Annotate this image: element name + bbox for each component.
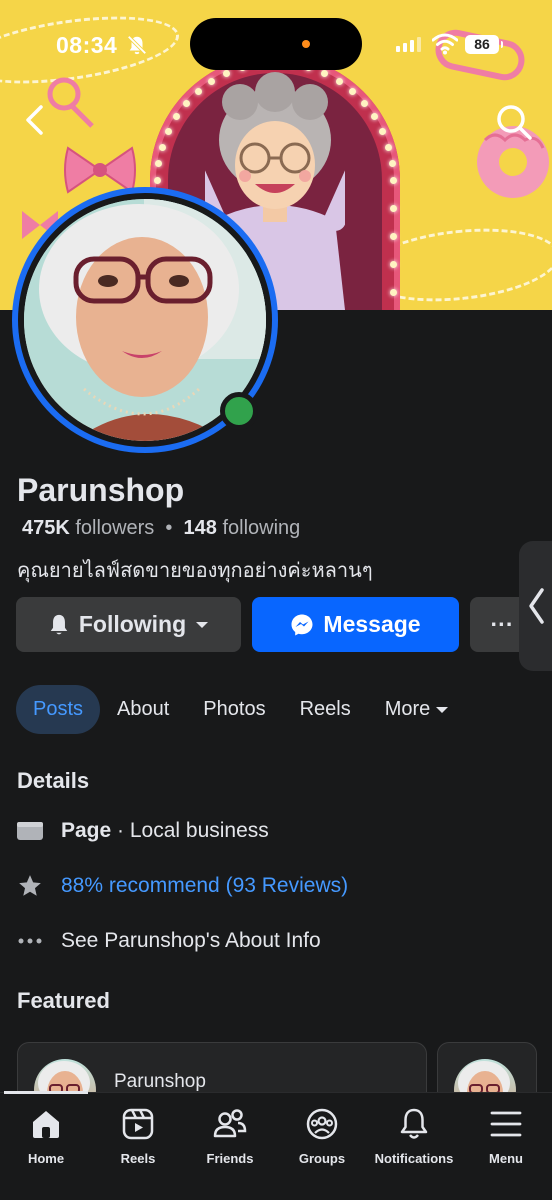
bell-icon	[400, 1108, 428, 1139]
followers-count[interactable]: 475K	[22, 517, 70, 539]
marquee-bulb	[154, 177, 161, 184]
dynamic-island	[190, 18, 362, 70]
page-flag-icon	[17, 822, 43, 840]
followers-label[interactable]: followers	[75, 517, 154, 539]
nav-notifications-label: Notifications	[374, 1151, 454, 1166]
page-type-label: Page	[61, 819, 112, 842]
nav-home-label: Home	[27, 1151, 65, 1166]
page-title: Parunshop	[17, 472, 185, 508]
bell-slash-icon	[127, 35, 147, 55]
tab-reels[interactable]: Reels	[283, 685, 368, 734]
marquee-bulb	[390, 289, 397, 296]
nav-reels-label: Reels	[120, 1151, 156, 1166]
nav-friends[interactable]: Friends	[184, 1107, 276, 1166]
marquee-bulb	[390, 177, 397, 184]
home-icon	[33, 1111, 59, 1138]
marquee-bulb	[182, 99, 190, 107]
tab-about[interactable]: About	[100, 685, 186, 734]
tab-photos[interactable]: Photos	[186, 685, 282, 734]
page-category-row: Page · Local business	[17, 818, 269, 844]
marquee-bulb	[172, 113, 180, 121]
recommend-row[interactable]: 88% recommend (93 Reviews)	[17, 873, 348, 899]
page-category: · Local business	[111, 819, 269, 842]
marquee-bulb	[390, 205, 397, 212]
active-tab-indicator	[4, 1091, 88, 1094]
following-button[interactable]: Following	[16, 597, 241, 652]
following-label[interactable]: following	[222, 517, 300, 539]
nav-notifications[interactable]: Notifications	[368, 1107, 460, 1166]
reels-icon	[122, 1108, 154, 1140]
message-button-label: Message	[323, 611, 421, 637]
tab-more-label: More	[384, 698, 431, 720]
more-actions-label: ···	[490, 611, 514, 637]
caret-down-icon	[436, 706, 449, 713]
following-button-label: Following	[78, 611, 187, 637]
marquee-bulb	[164, 127, 172, 135]
marquee-bulb	[390, 261, 397, 268]
page-bio: คุณยายไลฟ์สดขายของทุกอย่างค่ะหลานๆ	[17, 558, 373, 582]
featured-heading: Featured	[17, 988, 110, 1013]
nav-reels[interactable]: Reels	[92, 1107, 184, 1166]
nav-friends-label: Friends	[206, 1151, 254, 1166]
follow-stats: 475K followers • 148 following	[22, 517, 300, 540]
star-icon	[19, 875, 41, 896]
recommend-link[interactable]: 88% recommend (93 Reviews)	[61, 874, 348, 898]
wifi-icon	[432, 33, 458, 55]
nav-groups-label: Groups	[298, 1151, 346, 1166]
marquee-bulb	[158, 143, 166, 151]
messenger-icon	[291, 614, 313, 635]
bell-icon	[50, 614, 68, 634]
about-info-link[interactable]: See Parunshop's About Info	[61, 929, 321, 953]
message-button[interactable]: Message	[252, 597, 459, 652]
following-count[interactable]: 148	[184, 517, 217, 539]
marquee-bulb	[385, 143, 393, 151]
featured-card-name: Parunshop	[114, 1071, 206, 1092]
menu-icon	[490, 1111, 522, 1137]
online-status-dot	[220, 392, 258, 430]
back-arrow-icon[interactable]	[16, 100, 56, 140]
status-bar: 08:34 86	[0, 0, 552, 90]
friends-icon	[213, 1109, 247, 1138]
details-heading: Details	[17, 768, 90, 793]
stats-separator: •	[159, 517, 178, 539]
nav-home[interactable]: Home	[0, 1107, 92, 1166]
marquee-bulb	[388, 160, 396, 168]
cellular-signal-icon	[396, 37, 421, 52]
groups-icon	[306, 1108, 338, 1140]
side-panel-handle[interactable]	[519, 541, 552, 671]
nav-menu-label: Menu	[489, 1151, 523, 1166]
search-icon[interactable]	[492, 100, 536, 144]
marquee-bulb	[390, 233, 397, 240]
more-dots-icon	[18, 938, 42, 944]
battery-indicator: 86	[465, 35, 503, 54]
tab-posts[interactable]: Posts	[16, 685, 101, 734]
profile-tabs: Posts About Photos Reels More	[16, 685, 465, 734]
nav-groups[interactable]: Groups	[276, 1107, 368, 1166]
bottom-nav: Home Reels Friends Groups Notifications …	[0, 1091, 552, 1200]
marquee-bulb	[361, 99, 369, 107]
nav-menu[interactable]: Menu	[460, 1107, 552, 1166]
about-info-row[interactable]: See Parunshop's About Info	[17, 928, 321, 954]
chevron-left-icon	[529, 588, 544, 624]
caret-down-icon	[196, 621, 209, 628]
tab-more[interactable]: More	[368, 685, 466, 734]
status-time: 08:34	[56, 32, 118, 58]
